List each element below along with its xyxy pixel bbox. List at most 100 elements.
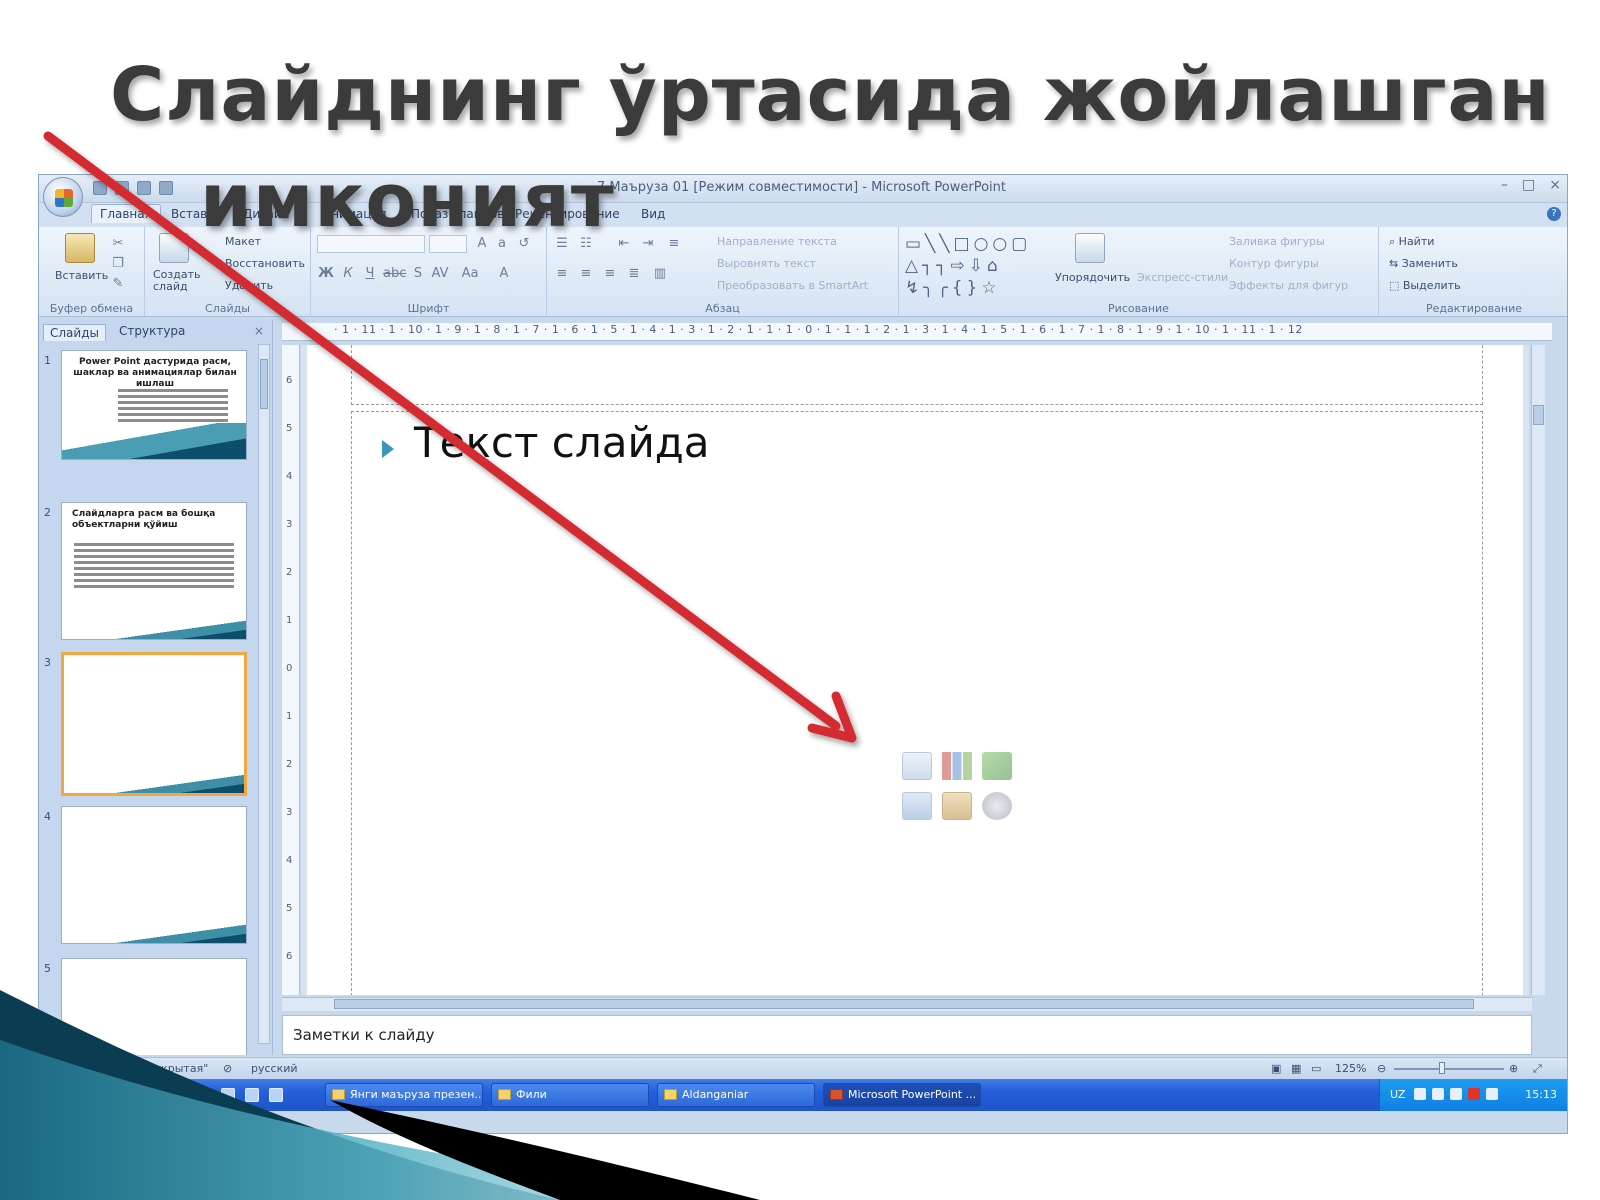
new-slide-button[interactable]: Создать слайд	[153, 269, 205, 293]
vertical-scroll-thumb[interactable]	[1533, 405, 1544, 425]
shapes-gallery[interactable]: ▭╲╲□○○▢ △┐┐⇨⇩⌂ ↯╮╭{}☆	[905, 233, 1045, 299]
print-preview-icon[interactable]	[159, 181, 173, 195]
columns-icon[interactable]: ▥	[651, 265, 669, 283]
quick-styles-button[interactable]: Экспресс-стили	[1137, 271, 1228, 284]
tab-view[interactable]: Вид	[641, 207, 665, 221]
language-indicator[interactable]: русский	[251, 1062, 298, 1075]
text-direction-button[interactable]: Направление текста	[717, 235, 837, 248]
slideshow-view-icon[interactable]: ▭	[1311, 1062, 1321, 1075]
tray-icon[interactable]	[1450, 1088, 1462, 1100]
paste-button[interactable]: Вставить	[55, 269, 108, 282]
find-button[interactable]: ⌕ Найти	[1389, 235, 1434, 249]
align-text-button[interactable]: Выровнять текст	[717, 257, 816, 270]
help-icon[interactable]: ?	[1547, 207, 1561, 221]
zoom-level[interactable]: 125%	[1335, 1062, 1366, 1075]
content-text[interactable]: Текст слайда	[414, 418, 710, 467]
redo-icon[interactable]	[137, 181, 151, 195]
taskbar-button[interactable]: Aldanganiar	[657, 1083, 815, 1107]
paste-icon[interactable]	[65, 233, 95, 263]
save-icon[interactable]	[93, 181, 107, 195]
font-color-icon[interactable]: A	[495, 265, 513, 283]
clipart-icon[interactable]	[942, 792, 972, 820]
shape-fill-button[interactable]: Заливка фигуры	[1229, 235, 1325, 248]
underline-icon[interactable]: Ч	[361, 265, 379, 283]
notes-placeholder[interactable]: Заметки к слайду	[293, 1026, 435, 1044]
zoom-slider-knob[interactable]	[1439, 1062, 1445, 1074]
copy-icon[interactable]: ❐	[109, 255, 127, 273]
slide-thumbnail[interactable]	[61, 806, 247, 944]
justify-icon[interactable]: ≣	[625, 265, 643, 283]
quicklaunch-icon[interactable]	[197, 1088, 211, 1102]
slide-thumbnail[interactable]: Power Point дастурида расм, шаклар ва ан…	[61, 350, 247, 460]
spacing-icon[interactable]: AV	[431, 265, 449, 283]
increase-indent-icon[interactable]: ⇥	[639, 235, 657, 253]
quicklaunch-icon[interactable]	[221, 1088, 235, 1102]
fit-window-icon[interactable]: ⤢	[1533, 1062, 1542, 1076]
quicklaunch-icon[interactable]	[269, 1088, 283, 1102]
cut-icon[interactable]: ✂	[109, 235, 127, 253]
antivirus-icon[interactable]	[1468, 1088, 1480, 1100]
quicklaunch-icon[interactable]	[149, 1088, 163, 1102]
decrease-indent-icon[interactable]: ⇤	[615, 235, 633, 253]
select-button[interactable]: ⬚ Выделить	[1389, 279, 1461, 292]
tray-icon[interactable]	[1432, 1088, 1444, 1100]
replace-button[interactable]: ⇆ Заменить	[1389, 257, 1458, 270]
tab-slides[interactable]: Слайды	[43, 324, 106, 341]
close-icon[interactable]: ×	[1549, 177, 1561, 193]
content-placeholder[interactable]: Текст слайда	[351, 411, 1483, 995]
sorter-view-icon[interactable]: ▦	[1291, 1062, 1301, 1075]
tab-home[interactable]: Главная	[91, 204, 161, 223]
delete-slide-button[interactable]: Удалить	[225, 279, 273, 292]
office-button[interactable]	[43, 177, 83, 217]
undo-icon[interactable]	[115, 181, 129, 195]
align-center-icon[interactable]: ≡	[577, 265, 595, 283]
slide-page[interactable]: Текст слайда	[307, 345, 1523, 995]
vertical-scrollbar[interactable]	[1531, 345, 1545, 995]
zoom-slider[interactable]	[1394, 1068, 1504, 1070]
maximize-icon[interactable]: □	[1522, 177, 1535, 193]
align-left-icon[interactable]: ≡	[553, 265, 571, 283]
bold-icon[interactable]: Ж	[317, 265, 335, 283]
horizontal-scrollbar[interactable]	[282, 997, 1532, 1011]
slide-thumbnail[interactable]	[61, 958, 247, 1055]
italic-icon[interactable]: К	[339, 265, 357, 283]
close-panel-icon[interactable]: ×	[254, 324, 264, 338]
panel-scrollbar[interactable]	[258, 344, 270, 1044]
picture-icon[interactable]	[902, 792, 932, 820]
quicklaunch-icon[interactable]	[173, 1088, 187, 1102]
panel-scroll-thumb[interactable]	[260, 359, 268, 409]
reset-button[interactable]: Восстановить	[225, 257, 305, 270]
chart-icon[interactable]	[942, 752, 972, 780]
start-button[interactable]: пуск	[39, 1079, 135, 1111]
align-right-icon[interactable]: ≡	[601, 265, 619, 283]
shadow-icon[interactable]: S	[409, 265, 427, 283]
slide-thumbnail-selected[interactable]	[61, 652, 247, 796]
table-icon[interactable]	[902, 752, 932, 780]
quicklaunch-icon[interactable]	[245, 1088, 259, 1102]
taskbar-button-active[interactable]: Microsoft PowerPoint ...	[823, 1083, 981, 1107]
format-painter-icon[interactable]: ✎	[109, 275, 127, 293]
line-spacing-icon[interactable]: ≡	[665, 235, 683, 253]
title-placeholder[interactable]	[351, 345, 1483, 405]
smartart-icon[interactable]	[982, 752, 1012, 780]
taskbar-button[interactable]: Янги маъруза презен...	[325, 1083, 483, 1107]
horizontal-scroll-thumb[interactable]	[334, 999, 1474, 1009]
minimize-icon[interactable]: –	[1501, 177, 1508, 193]
arrange-icon[interactable]	[1075, 233, 1105, 263]
slide-thumbnail[interactable]: Слайдларга расм ва бошқа объектларни қўй…	[61, 502, 247, 640]
zoom-out-icon[interactable]: ⊖	[1377, 1062, 1386, 1075]
normal-view-icon[interactable]: ▣	[1271, 1062, 1281, 1075]
spellcheck-icon[interactable]: ⊘	[223, 1062, 232, 1075]
media-icon[interactable]	[982, 792, 1012, 820]
smartart-convert-button[interactable]: Преобразовать в SmartArt	[717, 279, 868, 292]
arrange-button[interactable]: Упорядочить	[1055, 271, 1130, 284]
case-icon[interactable]: Aa	[461, 265, 479, 283]
taskbar-button[interactable]: Фили	[491, 1083, 649, 1107]
volume-icon[interactable]	[1486, 1088, 1498, 1100]
zoom-in-icon[interactable]: ⊕	[1509, 1062, 1518, 1075]
notes-pane[interactable]: Заметки к слайду	[282, 1015, 1532, 1055]
strikethrough-icon[interactable]: abc	[383, 265, 406, 283]
new-slide-icon[interactable]	[159, 233, 189, 263]
tab-outline[interactable]: Структура	[119, 324, 185, 338]
shape-effects-button[interactable]: Эффекты для фигур	[1229, 279, 1348, 292]
